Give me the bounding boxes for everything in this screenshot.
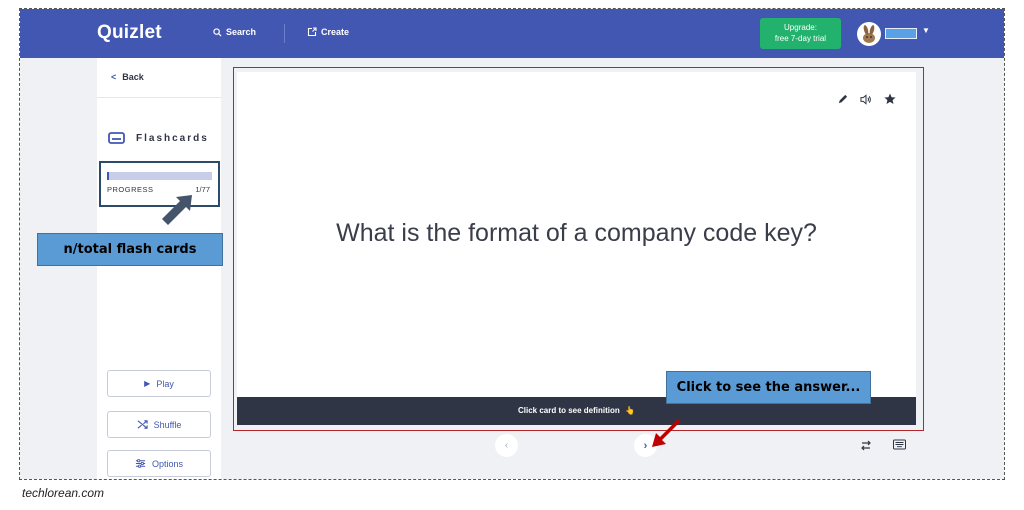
progress-fill [107,172,109,180]
options-icon [135,459,146,468]
quizlet-logo[interactable]: Quizlet [97,22,162,44]
create-link[interactable]: Create [307,27,349,37]
count-callout: n/total flash cards [37,233,223,266]
play-label: Play [156,378,174,389]
avatar[interactable] [857,22,881,46]
pointer-arrow-icon [162,195,192,225]
search-icon [213,27,222,37]
upgrade-button[interactable]: Upgrade: free 7-day trial [760,18,841,49]
sidebar: < Back Flashcards PROGRESS 1/77 ▶ Play S… [97,58,221,479]
swap-icon[interactable] [860,440,872,451]
top-navigation-bar: Quizlet Search Create Upgrade: free 7-da… [20,9,1004,58]
create-label: Create [321,27,350,37]
back-button[interactable]: < Back [111,72,144,82]
answer-callout: Click to see the answer... [666,371,871,404]
progress-count: 1/77 [195,185,210,194]
search-link[interactable]: Search [213,27,256,37]
progress-label: PROGRESS [107,185,154,194]
play-button[interactable]: ▶ Play [107,370,211,397]
shuffle-button[interactable]: Shuffle [107,411,211,438]
watermark: techlorean.com [22,486,105,500]
options-label: Options [151,458,184,469]
upgrade-line2: free 7-day trial [774,34,827,43]
rabbit-avatar-icon [863,25,875,43]
create-icon [307,27,317,37]
chevron-left-icon: ‹ [504,440,509,451]
username-redacted[interactable] [885,28,917,39]
upgrade-line1: Upgrade: [784,23,817,32]
flashcards-icon [108,132,125,144]
previous-card-button[interactable]: ‹ [495,434,518,457]
mode-label: Flashcards [136,132,209,144]
chevron-right-icon: › [643,439,648,452]
shuffle-label: Shuffle [153,419,182,430]
options-button[interactable]: Options [107,450,211,477]
chevron-left-icon: < [111,72,117,82]
shuffle-icon [137,420,148,429]
main-content: < Back Flashcards PROGRESS 1/77 ▶ Play S… [20,58,1004,479]
caret-down-icon[interactable]: ▼ [922,26,930,35]
back-label: Back [122,72,144,82]
sidebar-divider [97,97,221,98]
search-label: Search [226,27,257,37]
play-icon: ▶ [144,379,151,388]
keyboard-icon[interactable] [893,439,906,450]
mode-selector[interactable]: Flashcards [108,131,209,145]
nav-divider [284,24,285,43]
pointer-arrow-icon [652,419,680,447]
progress-track [107,172,212,180]
